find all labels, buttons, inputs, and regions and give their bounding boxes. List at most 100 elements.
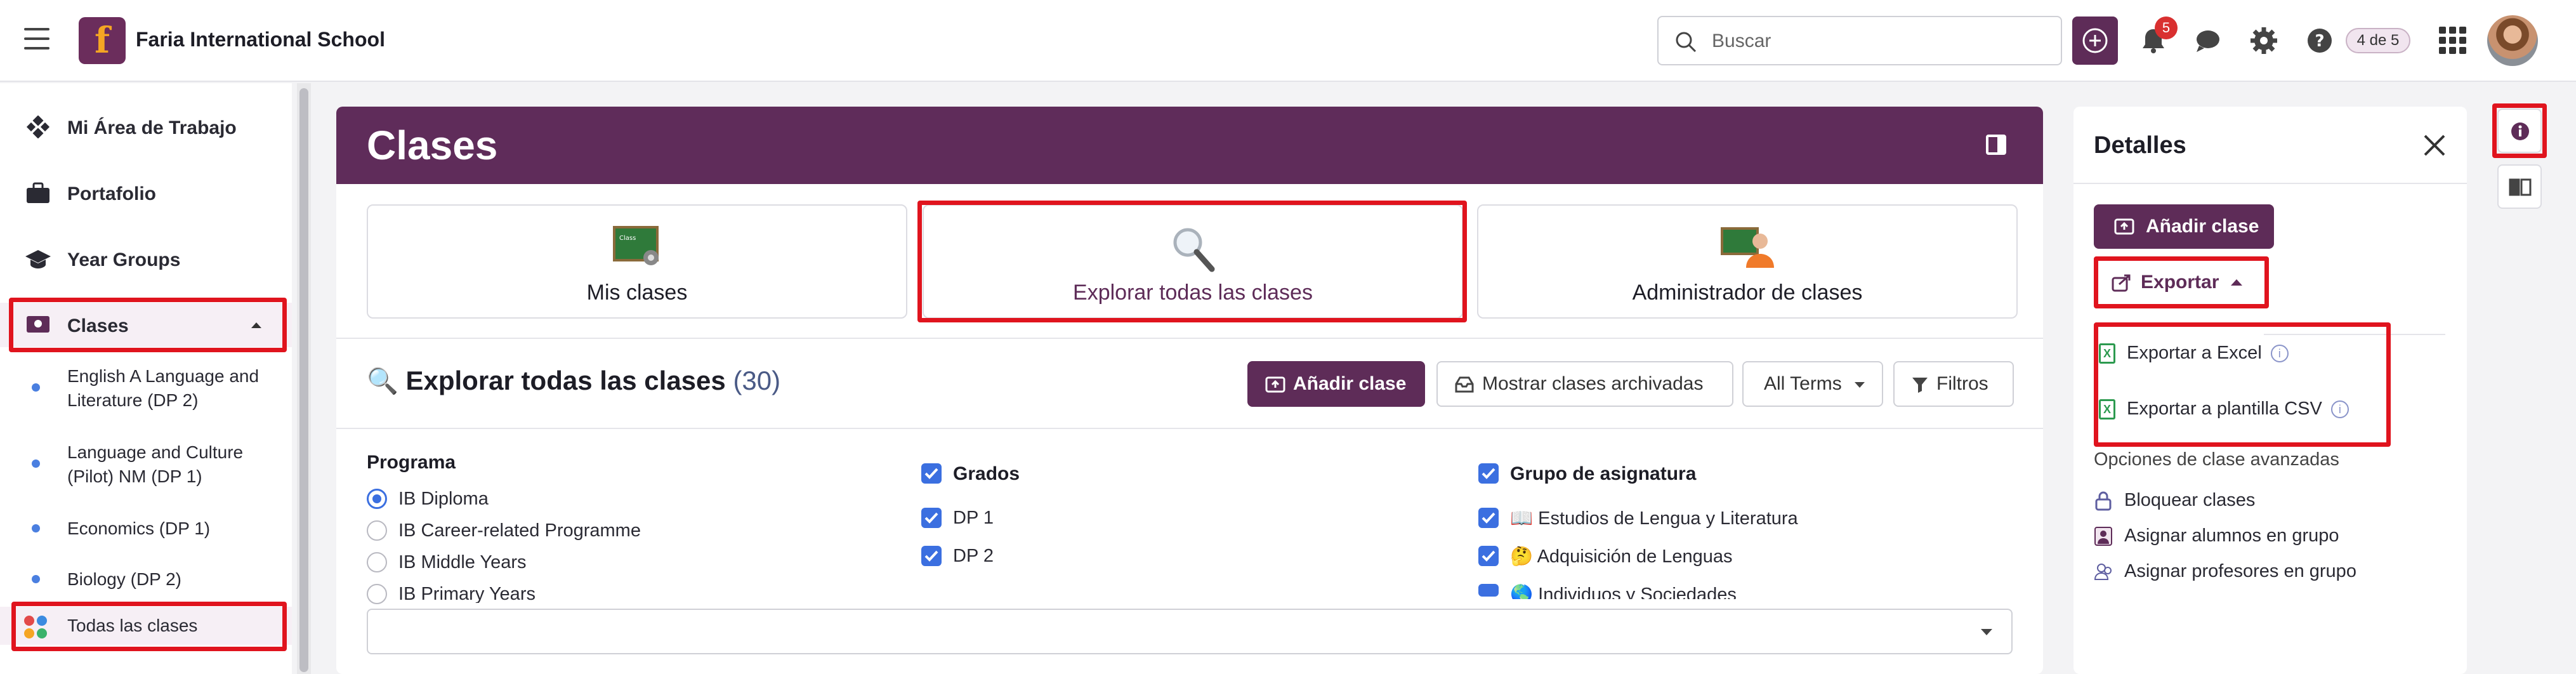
highlight-box: [2094, 322, 2391, 447]
bullet-icon: [32, 459, 40, 468]
class-admin-icon: [1721, 227, 1774, 268]
highlight-box: [917, 201, 1467, 322]
bullet-icon: [32, 383, 40, 392]
upload-icon: [2114, 218, 2134, 235]
search-icon: [1676, 32, 1697, 53]
toggle-panel-icon[interactable]: [1986, 135, 2006, 155]
card-label: Administrador de clases: [1632, 281, 1863, 305]
details-panel: Detalles Añadir clase Exportar X Exportar…: [2073, 107, 2467, 674]
subject-group-checkbox[interactable]: [1478, 463, 1499, 484]
radio-ib-primary[interactable]: [367, 584, 387, 604]
filters-button[interactable]: Filtros: [1893, 361, 2014, 407]
gear-icon[interactable]: [2247, 24, 2280, 57]
workspace-icon: [26, 116, 50, 138]
help-icon[interactable]: ?: [2303, 24, 2336, 57]
briefcase-icon: [27, 182, 49, 203]
chat-icon[interactable]: [2192, 24, 2224, 57]
divider: [336, 428, 2043, 429]
radio-label: IB Primary Years: [398, 584, 536, 603]
highlight-box: [2094, 256, 2269, 308]
sidebar-item-label: Year Groups: [67, 249, 181, 270]
option-label: Asignar alumnos en grupo: [2124, 525, 2339, 546]
grades-checkbox[interactable]: [921, 463, 942, 484]
class-name: Biology (DP 2): [67, 569, 182, 589]
advanced-options-title: Opciones de clase avanzadas: [2094, 449, 2339, 470]
radio-ib-diploma[interactable]: [367, 489, 387, 509]
group-checkbox-societies[interactable]: [1478, 584, 1499, 597]
sidebar-item-portfolio[interactable]: Portafolio: [0, 171, 292, 215]
menu-icon[interactable]: [24, 28, 49, 51]
filter-icon: [1912, 378, 1928, 393]
checkbox-label: DP 2: [953, 546, 994, 566]
page-title: Clases: [367, 122, 498, 168]
search-placeholder: Buscar: [1712, 30, 1771, 51]
top-bar: f Faria International School Buscar 5 ? …: [0, 0, 2576, 82]
subject-group-filter-label: Grupo de asignatura: [1510, 463, 1697, 484]
class-name: Language and Culture (Pilot) NM (DP 1): [67, 442, 244, 486]
radio-label: IB Middle Years: [398, 552, 527, 572]
highlight-box: [2492, 103, 2547, 158]
grade-checkbox-dp1[interactable]: [921, 508, 942, 528]
close-icon[interactable]: [2422, 133, 2447, 157]
section-count: (30): [733, 366, 781, 395]
button-label: Mostrar clases archivadas: [1482, 373, 1704, 394]
create-button[interactable]: [2072, 17, 2118, 65]
school-logo[interactable]: f: [79, 17, 126, 64]
card-my-classes[interactable]: Class Mis clases: [367, 204, 907, 319]
section-title: 🔍 Explorar todas las clases (30): [367, 366, 780, 396]
lock-classes-option[interactable]: Bloquear clases: [2094, 490, 2255, 511]
book-panel-button[interactable]: [2497, 164, 2542, 209]
search-input[interactable]: Buscar: [1657, 16, 2062, 65]
terms-dropdown[interactable]: All Terms: [1742, 361, 1883, 407]
highlight-box: [9, 298, 287, 352]
school-name: Faria International School: [136, 28, 385, 51]
option-label: Asignar profesores en grupo: [2124, 561, 2356, 581]
section-title-text: Explorar todas las clases: [405, 366, 726, 395]
checkbox-label: DP 1: [953, 508, 994, 528]
assign-students-option[interactable]: Asignar alumnos en grupo: [2094, 525, 2339, 546]
archive-icon: [1455, 376, 1474, 393]
radio-label: IB Career-related Programme: [398, 520, 641, 541]
details-add-class-button[interactable]: Añadir clase: [2094, 204, 2274, 249]
assign-teachers-option[interactable]: Asignar profesores en grupo: [2094, 561, 2356, 582]
apps-grid-icon[interactable]: [2439, 27, 2467, 55]
show-archived-button[interactable]: Mostrar clases archivadas: [1436, 361, 1733, 407]
plus-circle-icon: [2082, 28, 2108, 53]
svg-text:?: ?: [2315, 32, 2324, 51]
page-indicator[interactable]: 4 de 5: [2346, 28, 2410, 53]
bullet-icon: [32, 524, 40, 532]
checkbox-label: 📖 Estudios de Lengua y Literatura: [1510, 508, 1798, 529]
group-checkbox-language-acq[interactable]: [1478, 546, 1499, 566]
grade-checkbox-dp2[interactable]: [921, 546, 942, 566]
checkbox-label: 🤔 Adquisición de Lenguas: [1510, 546, 1733, 567]
sidebar-item-workspace[interactable]: Mi Área de Trabajo: [0, 105, 292, 149]
radio-ib-career[interactable]: [367, 520, 387, 541]
button-label: Añadir clase: [2146, 216, 2259, 237]
button-label: Añadir clase: [1293, 373, 1407, 394]
panel-header: Clases: [336, 107, 2043, 184]
radio-ib-middle[interactable]: [367, 552, 387, 572]
sidebar-item-label: Mi Área de Trabajo: [67, 117, 237, 138]
group-checkbox-language-lit[interactable]: [1478, 508, 1499, 528]
graduation-cap-icon: [25, 250, 51, 268]
students-icon: [2094, 527, 2112, 546]
divider: [2073, 183, 2467, 184]
button-label: All Terms: [1764, 373, 1842, 394]
classes-panel: Clases Class Mis clases Explorar todas l…: [336, 107, 2043, 674]
bullet-icon: [32, 575, 40, 583]
sidebar-scrollbar[interactable]: [297, 83, 311, 674]
card-class-admin[interactable]: Administrador de clases: [1477, 204, 2018, 319]
sidebar-item-year-groups[interactable]: Year Groups: [0, 237, 292, 281]
avatar[interactable]: [2487, 15, 2538, 66]
sidebar: Mi Área de Trabajo Portafolio Year Group…: [0, 83, 292, 674]
class-select-dropdown[interactable]: [367, 609, 2013, 654]
lock-icon: [2095, 491, 2112, 511]
card-label: Mis clases: [586, 281, 688, 305]
radio-label: IB Diploma: [398, 489, 489, 509]
add-class-button[interactable]: Añadir clase: [1247, 361, 1425, 407]
highlight-box: [11, 602, 287, 651]
upload-icon: [1265, 376, 1285, 393]
details-title: Detalles: [2094, 132, 2186, 159]
button-label: Filtros: [1936, 373, 1988, 394]
chevron-down-icon: [1855, 382, 1865, 388]
